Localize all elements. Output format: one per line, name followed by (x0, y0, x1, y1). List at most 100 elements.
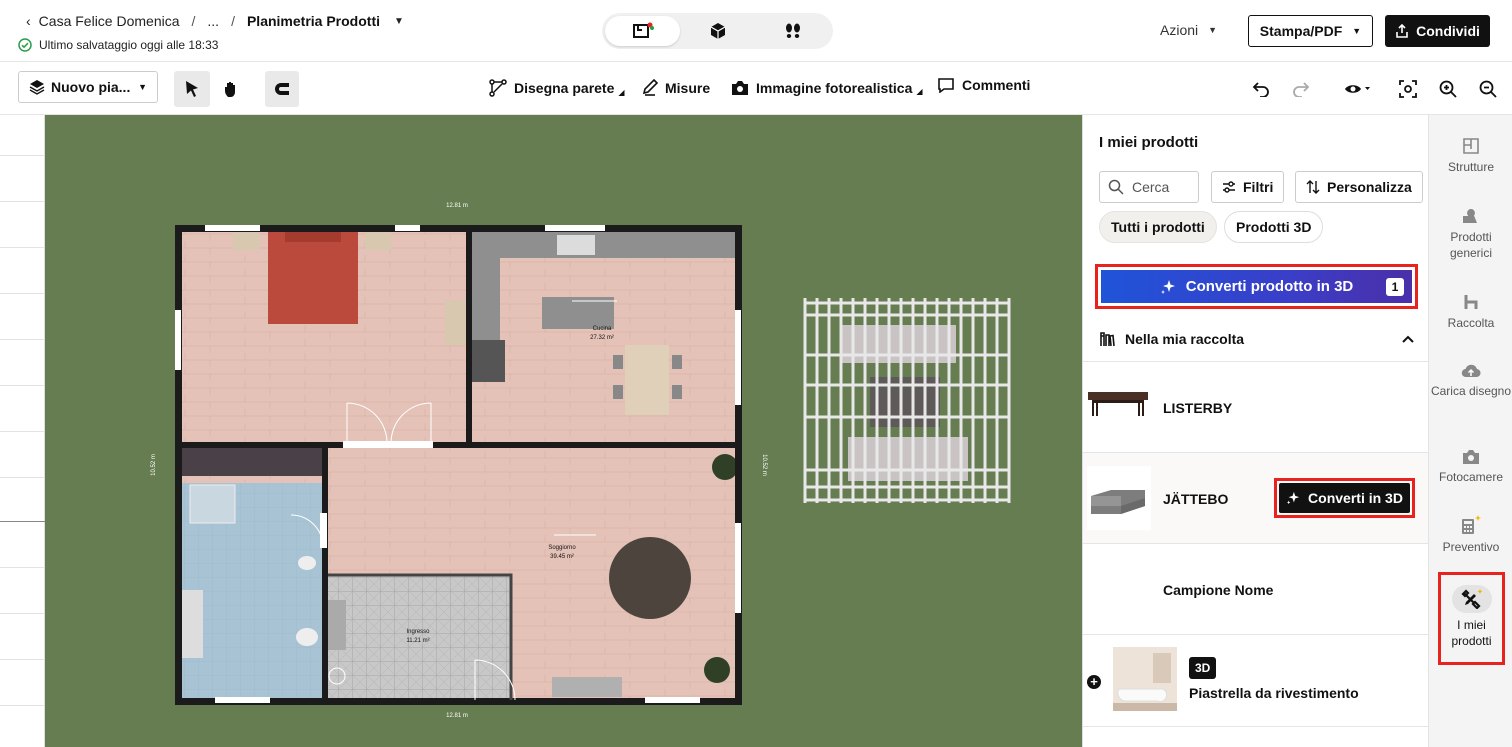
chip-all-products[interactable]: Tutti i prodotti (1099, 211, 1217, 243)
rail-item-label: Carica disegno (1430, 384, 1512, 398)
rail-item-estimate[interactable]: Preventivo (1429, 515, 1512, 555)
breadcrumb-project[interactable]: Casa Felice Domenica (39, 13, 180, 29)
rail-item-generic-products[interactable]: Prodotti generici (1429, 207, 1512, 261)
select-tool-button[interactable] (174, 71, 210, 107)
add-icon[interactable]: + (1087, 675, 1101, 689)
view-3d-button[interactable] (680, 16, 755, 46)
customize-button[interactable]: Personalizza (1295, 171, 1423, 203)
ruler-tick (0, 477, 45, 478)
convert-3d-button[interactable]: Converti in 3D (1274, 478, 1415, 518)
pan-tool-button[interactable] (214, 71, 250, 107)
magnet-snap-button[interactable] (265, 71, 299, 107)
product-name: Campione Nome (1163, 582, 1274, 598)
measures-tool[interactable]: Misure (642, 79, 710, 97)
ruler-tick (0, 339, 45, 340)
zoom-out-button[interactable] (1478, 79, 1498, 99)
ruler-tick (0, 201, 45, 202)
corner-caret-icon: ◢ (618, 87, 625, 97)
search-input[interactable]: Cerca (1099, 171, 1199, 203)
draw-wall-tool[interactable]: Disegna parete ◢ (489, 79, 625, 97)
rail-item-my-products[interactable]: I miei prodotti (1438, 572, 1505, 665)
corner-caret-icon: ◢ (916, 87, 923, 96)
product-row[interactable]: Campione Nome (1083, 543, 1428, 634)
convert-product-3d-button[interactable]: Converti prodotto in 3D 1 (1095, 264, 1418, 309)
my-products-tools-icon (1460, 589, 1482, 609)
collection-section-header[interactable]: Nella mia raccolta (1099, 331, 1415, 347)
product-row[interactable]: + 3D Piastrella da rivestimento (1083, 634, 1428, 726)
rail-item-label: Raccolta (1447, 316, 1495, 330)
filters-button[interactable]: Filtri (1211, 171, 1285, 203)
product-thumbnail (1087, 466, 1151, 530)
draw-wall-label: Disegna parete (514, 80, 615, 96)
save-status-text: Ultimo salvataggio oggi alle 18:33 (39, 38, 219, 52)
breadcrumb-ellipsis[interactable]: ... (207, 13, 219, 29)
dresser (445, 300, 467, 345)
rail-item-label: Prodotti generici (1449, 230, 1493, 260)
product-row[interactable]: JÄTTEBO Converti in 3D (1083, 452, 1428, 543)
zoom-in-button[interactable] (1438, 79, 1458, 99)
share-button[interactable]: Condividi (1385, 15, 1490, 47)
draw-wall-icon (489, 79, 507, 97)
rail-item-upload-drawing[interactable]: Carica disegno (1429, 363, 1512, 399)
chevron-up-icon (1402, 335, 1414, 343)
collection-icon (1100, 332, 1115, 347)
caret-down-icon: ▼ (138, 82, 147, 92)
rail-item-collection[interactable]: Raccolta (1429, 293, 1512, 331)
product-row[interactable]: LISTERBY (1083, 361, 1428, 452)
photorealistic-image-tool[interactable]: Immagine fotorealistica ◢ (731, 79, 923, 96)
rail-item-label: Fotocamere (1438, 470, 1504, 484)
double-sink (181, 590, 203, 658)
bidet (298, 556, 316, 570)
ruler-tick (0, 431, 45, 432)
redo-button[interactable] (1291, 79, 1311, 99)
search-icon (1108, 179, 1124, 195)
breadcrumb: ‹ Casa Felice Domenica / ... / Planimetr… (26, 13, 404, 29)
floor-plan-select[interactable]: Nuovo pia... ▼ (18, 71, 158, 103)
breadcrumb-separator: / (191, 13, 196, 29)
fit-view-button[interactable] (1398, 79, 1418, 99)
left-ruler (0, 115, 45, 747)
sparkle-icon (1160, 279, 1175, 294)
cube-3d-icon (710, 23, 725, 39)
view-mode-toggle (602, 13, 833, 49)
undo-icon (1252, 82, 1269, 97)
floorplan-canvas[interactable]: Cucina 27.32 m² Soggiorno 39.45 m² Ingre… (45, 115, 1082, 747)
kitchen-counter (472, 230, 737, 258)
sort-icon (1306, 180, 1320, 194)
view-2d-button[interactable] (605, 16, 680, 46)
rail-item-cameras[interactable]: Fotocamere (1429, 449, 1512, 485)
print-pdf-button[interactable]: Stampa/PDF ▼ (1248, 15, 1373, 47)
right-side-rail: Strutture Prodotti generici Raccolta Car… (1428, 115, 1512, 747)
footsteps-icon (785, 23, 800, 38)
plant (704, 657, 730, 683)
bed (268, 230, 358, 324)
dimension-right: 10.52 m (761, 454, 767, 476)
eye-icon (1345, 85, 1370, 93)
actions-menu[interactable]: Azioni ▼ (1160, 22, 1217, 38)
closet-block (180, 448, 323, 476)
room-label-kitchen: Cucina (593, 326, 612, 332)
zoom-out-icon (1479, 80, 1497, 98)
ruler-tick (0, 293, 45, 294)
round-table (609, 537, 691, 619)
share-label: Condividi (1416, 23, 1480, 39)
comments-tool[interactable]: Commenti (937, 77, 1030, 93)
breadcrumb-current[interactable]: Planimetria Prodotti (247, 13, 380, 29)
visibility-menu[interactable] (1343, 79, 1371, 99)
print-pdf-label: Stampa/PDF (1259, 23, 1343, 39)
ruler-tick (0, 567, 45, 568)
check-circle-icon (18, 38, 32, 52)
rail-item-structures[interactable]: Strutture (1429, 137, 1512, 175)
back-chevron-icon[interactable]: ‹ (26, 13, 31, 29)
caret-down-icon[interactable]: ▼ (394, 16, 404, 27)
ruler-tick (0, 659, 45, 660)
view-walkthrough-button[interactable] (755, 16, 830, 46)
actions-label: Azioni (1160, 22, 1199, 38)
chip-3d-products[interactable]: Prodotti 3D (1224, 211, 1324, 243)
calculator-icon (1462, 515, 1481, 534)
zoom-in-icon (1439, 80, 1457, 98)
structures-icon (1463, 138, 1479, 154)
panel-title: I miei prodotti (1099, 134, 1199, 151)
breadcrumb-separator: / (231, 13, 235, 29)
undo-button[interactable] (1251, 79, 1271, 99)
